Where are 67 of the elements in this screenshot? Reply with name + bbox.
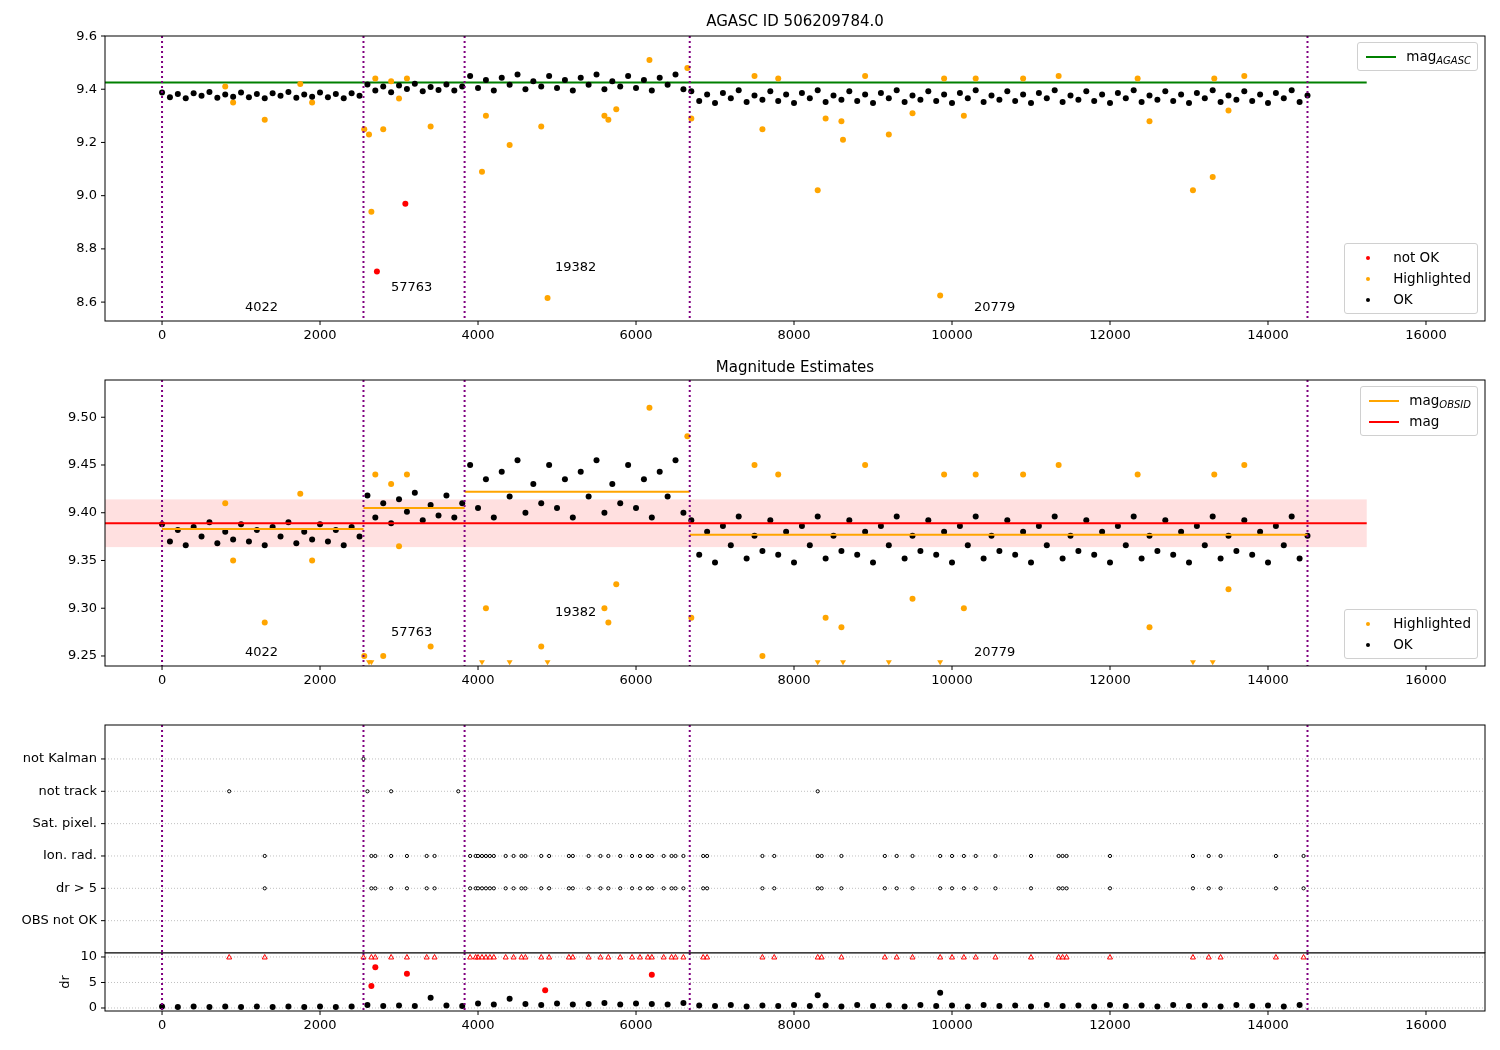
- y-tick-label: 9.6: [76, 27, 97, 43]
- legend-label: Highlighted: [1393, 269, 1471, 288]
- y-tick-label: OBS not OK: [21, 912, 97, 928]
- y-tick-label: Ion. rad.: [43, 847, 97, 863]
- x-tick-label: 16000: [1405, 1017, 1447, 1032]
- legend-label: mag$_{AGASC}$: [1406, 47, 1471, 67]
- x-tick-label: 8000: [777, 327, 811, 342]
- legend-label: not OK: [1393, 248, 1440, 267]
- obsid-label: 4022: [245, 643, 279, 659]
- x-tick-label: 0: [157, 1017, 167, 1032]
- y-tick-label: 9.45: [68, 456, 97, 472]
- x-tick-label: 10000: [931, 1017, 973, 1032]
- x-tick-label: 8000: [777, 672, 811, 687]
- x-tick-label: 12000: [1089, 672, 1131, 687]
- y-tick-label: 8.8: [76, 240, 97, 256]
- x-tick-label: 14000: [1247, 1017, 1289, 1032]
- y-tick-label: dr > 5: [55, 879, 97, 895]
- x-tick-label: 6000: [619, 1017, 653, 1032]
- y-tick-label: 9.40: [68, 504, 97, 520]
- x-tick-label: 12000: [1089, 1017, 1131, 1032]
- x-tick-label: 16000: [1405, 327, 1447, 342]
- y-tick-label: 9.35: [68, 552, 97, 567]
- x-tick-label: 4000: [461, 672, 495, 687]
- x-tick-label: 10000: [931, 327, 973, 342]
- obsid-label: 4022: [245, 298, 279, 314]
- x-tick-label: 14000: [1247, 672, 1289, 687]
- y-tick-label: 9.25: [68, 647, 97, 663]
- y-tick-label: 0: [88, 999, 97, 1015]
- x-tick-label: 2000: [303, 327, 337, 342]
- y-tick-label: 9.4: [76, 80, 97, 96]
- x-tick-label: 0: [157, 672, 167, 687]
- legend-label: OK: [1393, 635, 1413, 654]
- y-tick-label: 9.0: [76, 187, 97, 203]
- x-tick-label: 16000: [1405, 672, 1447, 687]
- legend-label: mag: [1409, 412, 1440, 431]
- x-tick-label: 14000: [1247, 327, 1289, 342]
- chart-title: Magnitude Estimates: [715, 357, 875, 376]
- y-tick-label: not track: [38, 782, 97, 798]
- y-tick-label: 9.30: [68, 599, 97, 615]
- y-tick-label: 8.6: [76, 293, 97, 309]
- y-tick-label: 10: [80, 948, 97, 964]
- obsid-label: 57763: [391, 623, 433, 639]
- obsid-label: 20779: [974, 298, 1016, 314]
- obsid-label: 19382: [555, 603, 597, 619]
- x-tick-label: 6000: [619, 672, 653, 687]
- x-tick-label: 2000: [303, 1017, 337, 1032]
- x-tick-label: 10000: [931, 672, 973, 687]
- y-axis-label: dr: [56, 975, 72, 989]
- x-tick-label: 4000: [461, 1017, 495, 1032]
- x-tick-label: 12000: [1089, 327, 1131, 342]
- legend-label: OK: [1393, 290, 1413, 309]
- x-tick-label: 4000: [461, 327, 495, 342]
- obsid-label: 20779: [974, 643, 1016, 659]
- x-tick-label: 6000: [619, 327, 653, 342]
- y-tick-label: 9.50: [68, 408, 97, 424]
- legend-label: Highlighted: [1393, 614, 1471, 633]
- y-tick-label: not Kalman: [22, 750, 97, 766]
- x-tick-label: 8000: [777, 1017, 811, 1032]
- y-tick-label: Sat. pixel.: [32, 815, 97, 831]
- y-tick-label: 9.2: [76, 133, 97, 149]
- chart-title: AGASC ID 506209784.0: [706, 11, 884, 30]
- obsid-label: 57763: [391, 278, 433, 294]
- obsid-label: 19382: [555, 258, 597, 274]
- x-tick-label: 2000: [303, 672, 337, 687]
- y-tick-label: 5: [88, 974, 97, 989]
- x-tick-label: 0: [157, 327, 167, 342]
- legend-label: mag$_{OBSID}$: [1409, 391, 1471, 411]
